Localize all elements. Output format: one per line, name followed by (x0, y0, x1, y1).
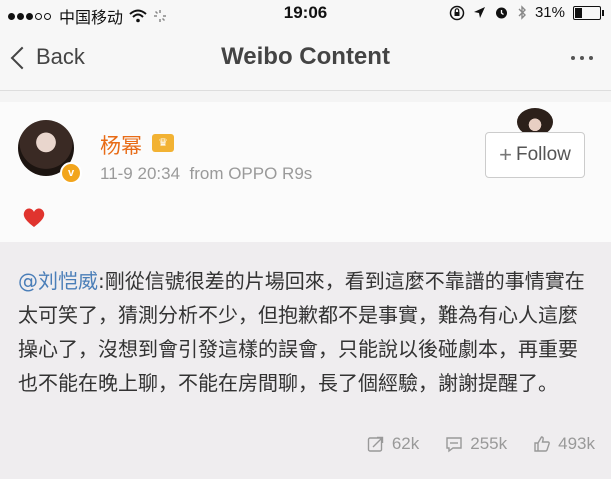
repost-count: 62k (391, 434, 420, 453)
more-dots-icon[interactable] (571, 56, 593, 60)
repost-icon (367, 436, 384, 452)
like-count: 493k (558, 434, 595, 453)
comment-count-button[interactable]: 255k (445, 434, 507, 454)
post-card: v 杨幂 ♛ 11-9 20:34 from OPPO R9s + Follow (0, 102, 611, 242)
battery-percent: 31% (534, 4, 565, 21)
status-bar: 中国移动 19:06 31% (0, 0, 611, 28)
mention-link[interactable]: @刘恺威 (18, 269, 98, 293)
username[interactable]: 杨幂 (100, 130, 142, 160)
battery-fill (575, 7, 582, 18)
post-source: from OPPO R9s (189, 164, 313, 183)
status-right: 31% (449, 4, 604, 21)
repost-count-button[interactable]: 62k (367, 434, 419, 454)
location-icon (473, 7, 485, 18)
follow-button[interactable]: + Follow (485, 132, 585, 178)
navigation-bar: Back Weibo Content (0, 28, 611, 91)
like-count-button[interactable]: 493k (533, 434, 595, 454)
crown-icon: ♛ (152, 134, 174, 152)
battery-icon (573, 5, 604, 20)
repost-stats: 62k 255k 493k (367, 434, 595, 454)
comment-count: 255k (470, 434, 508, 453)
verified-badge-icon: v (60, 162, 82, 184)
repost-body: :剛從信號很差的片場回來，看到這麼不靠譜的事情實在太可笑了，猜測分析不少，但抱歉… (18, 269, 585, 395)
follow-label: Follow (515, 144, 571, 165)
post-meta: 11-9 20:34 from OPPO R9s (100, 164, 312, 184)
alarm-icon (495, 7, 507, 19)
page-title: Weibo Content (221, 43, 390, 70)
bluetooth-icon (518, 5, 526, 20)
comment-icon (446, 437, 462, 453)
repost-block[interactable]: @刘恺威:剛從信號很差的片場回來，看到這麼不靠譜的事情實在太可笑了，猜測分析不少… (0, 242, 611, 479)
post-timestamp: 11-9 20:34 (100, 164, 181, 183)
heart-icon (23, 208, 45, 227)
lock-rotation-icon (449, 5, 465, 20)
thumbs-up-icon (534, 436, 551, 452)
repost-text: @刘恺威:剛從信號很差的片場回來，看到這麼不靠譜的事情實在太可笑了，猜測分析不少… (18, 264, 593, 400)
plus-icon: + (499, 142, 512, 167)
